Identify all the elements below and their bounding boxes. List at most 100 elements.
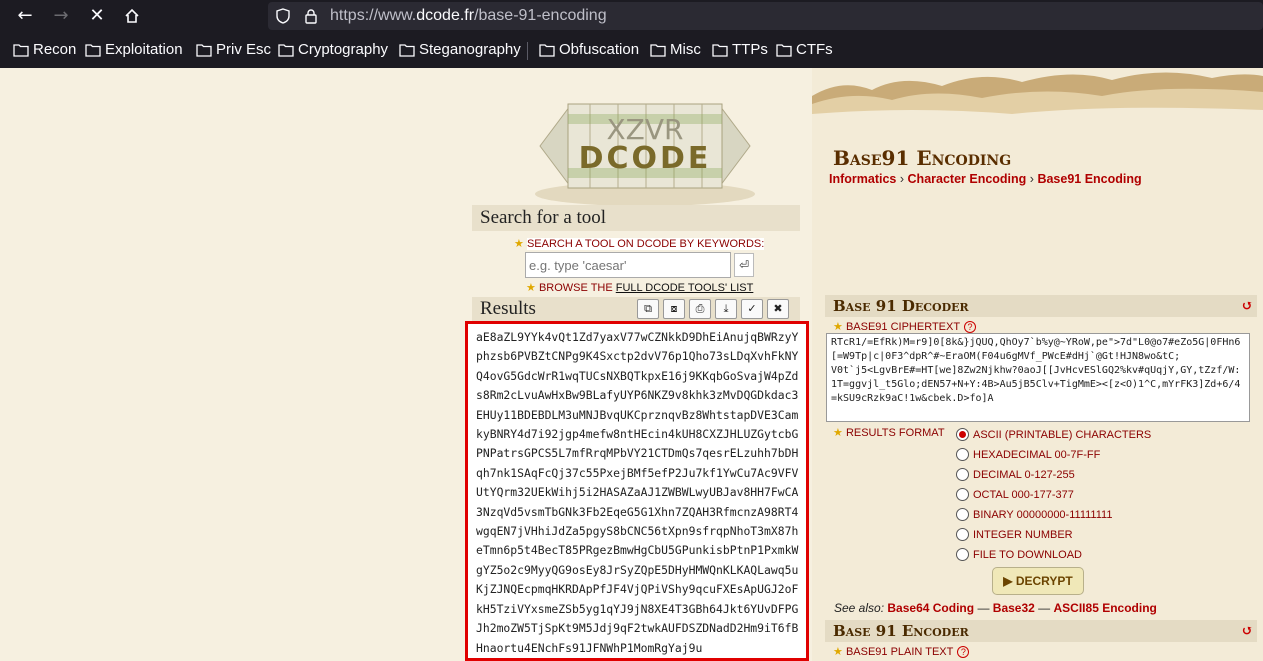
bookmark-ttps[interactable]: TTPs	[712, 41, 768, 58]
see-also-ascii85-link[interactable]: ASCII85 Encoding	[1054, 601, 1157, 615]
shield-icon[interactable]	[276, 8, 290, 24]
refresh-icon[interactable]: ↺	[1241, 620, 1253, 642]
stop-icon[interactable]: ✕	[84, 4, 110, 28]
bookmark-priv-esc[interactable]: Priv Esc	[196, 41, 271, 58]
star-icon: ★	[833, 321, 843, 333]
radio-button[interactable]	[956, 508, 969, 521]
url-domain: dcode.fr	[416, 7, 475, 24]
folder-icon	[712, 43, 728, 57]
bookmark-label: CTFs	[796, 41, 833, 58]
format-option-ascii[interactable]: ASCII (PRINTABLE) CHARACTERS	[956, 428, 1151, 441]
format-option-decimal[interactable]: DECIMAL 0-127-255	[956, 468, 1075, 481]
bookmark-label: Obfuscation	[559, 41, 640, 58]
search-input[interactable]	[525, 252, 731, 278]
bookmark-misc[interactable]: Misc	[650, 41, 701, 58]
bookmark-label: Steganography	[419, 41, 521, 58]
radio-button[interactable]	[956, 428, 969, 441]
bookmark-ctfs[interactable]: CTFs	[776, 41, 833, 58]
plaintext-label: ★ BASE91 PLAIN TEXT?	[833, 645, 970, 658]
home-icon[interactable]	[119, 4, 145, 28]
decrypt-button[interactable]: ▶ DECRYPT	[992, 567, 1084, 595]
radio-button[interactable]	[956, 488, 969, 501]
bookmark-label: Recon	[33, 41, 77, 58]
download-icon[interactable]: ⤓	[715, 299, 737, 319]
folder-icon	[196, 43, 212, 57]
breadcrumb-character-encoding[interactable]: Character Encoding	[908, 172, 1027, 186]
option-label: BINARY 00000000-11111111	[973, 508, 1113, 521]
results-toolbar: ⧉ ⧇ ⎙ ⤓ ✓ ✖	[637, 299, 793, 319]
folder-icon	[278, 43, 294, 57]
browse-tools: ★ BROWSE THE FULL DCODE TOOLS' LIST	[526, 281, 753, 294]
radio-button[interactable]	[956, 448, 969, 461]
decoder-title: Base 91 Decoder	[833, 297, 969, 315]
address-bar[interactable]: https://www.dcode.fr/base-91-encoding	[268, 2, 1263, 30]
radio-button[interactable]	[956, 468, 969, 481]
format-option-octal[interactable]: OCTAL 000-177-377	[956, 488, 1074, 501]
radio-button[interactable]	[956, 548, 969, 561]
browser-toolbar: ← → ✕ https://www.dcode.fr/base-91-encod…	[0, 0, 1263, 68]
see-also-separator: —	[1038, 601, 1051, 615]
format-option-binary[interactable]: BINARY 00000000-11111111	[956, 508, 1112, 521]
bookmark-label: Exploitation	[105, 41, 183, 58]
option-label: OCTAL 000-177-377	[973, 488, 1074, 501]
bookmark-separator	[527, 42, 528, 60]
radio-button[interactable]	[956, 528, 969, 541]
see-also-base64-link[interactable]: Base64 Coding	[887, 601, 974, 615]
help-icon[interactable]: ?	[964, 321, 977, 333]
search-section-title: Search for a tool	[472, 205, 800, 231]
ciphertext-input[interactable]: RTcR1/=EfRk)M=r9]0[8k&}jQUQ,QhOy7`b%y@~Y…	[826, 333, 1250, 422]
forward-icon[interactable]: →	[48, 4, 74, 28]
bookmark-exploitation[interactable]: Exploitation	[85, 41, 183, 58]
pin-icon[interactable]: ✓	[741, 299, 763, 319]
breadcrumb-informatics[interactable]: Informatics	[829, 172, 896, 186]
browse-prefix: BROWSE THE	[538, 282, 616, 294]
breadcrumb: Informatics › Character Encoding › Base9…	[829, 172, 1142, 186]
bookmark-label: Cryptography	[298, 41, 389, 58]
keywords-label-text: SEARCH A TOOL ON DCODE BY KEYWORDS:	[526, 238, 765, 250]
breadcrumb-base91-encoding[interactable]: Base91 Encoding	[1037, 172, 1141, 186]
star-icon: ★	[833, 646, 843, 658]
option-label: ASCII (PRINTABLE) CHARACTERS	[973, 428, 1152, 441]
refresh-icon[interactable]: ↺	[1241, 295, 1253, 317]
url-text[interactable]: https://www.dcode.fr/base-91-encoding	[330, 7, 607, 25]
folder-icon	[650, 43, 666, 57]
encoder-panel-header: Base 91 Encoder ↺	[825, 620, 1257, 642]
copy-icon[interactable]: ⧉	[637, 299, 659, 319]
folder-icon	[85, 43, 101, 57]
search-submit-icon[interactable]: ⏎	[734, 253, 754, 277]
results-output[interactable]: aE8aZL9YYk4vQt1Zd7yaxV77wCZNkkD9DhEiAnuj…	[465, 321, 809, 661]
decoder-panel-header: Base 91 Decoder ↺	[825, 295, 1257, 317]
right-column: Base91 Encoding Informatics › Character …	[812, 68, 1263, 661]
dcode-logo[interactable]: XZVR DCODE	[510, 76, 780, 208]
close-icon[interactable]: ✖	[767, 299, 789, 319]
back-icon[interactable]: ←	[12, 4, 38, 28]
print-icon[interactable]: ⎙	[689, 299, 711, 319]
url-prefix: https://www.	[330, 7, 417, 24]
option-label: HEXADECIMAL 00-7F-FF	[973, 448, 1101, 461]
help-icon[interactable]: ?	[957, 646, 970, 658]
left-column: XZVR DCODE Search for a tool ★ SEARCH A …	[465, 68, 812, 661]
page-title: Base91 Encoding	[833, 146, 1012, 170]
bookmarks-bar: Recon Exploitation Priv Esc Cryptography…	[0, 38, 1263, 64]
screenshot-icon[interactable]: ⧇	[663, 299, 685, 319]
format-option-file[interactable]: FILE TO DOWNLOAD	[956, 548, 1082, 561]
bookmark-recon[interactable]: Recon	[13, 41, 76, 58]
option-label: INTEGER NUMBER	[973, 528, 1073, 541]
results-format-label: ★ RESULTS FORMAT	[833, 426, 945, 439]
folder-icon	[399, 43, 415, 57]
see-also-base32-link[interactable]: Base32	[993, 601, 1035, 615]
format-option-hex[interactable]: HEXADECIMAL 00-7F-FF	[956, 448, 1100, 461]
lock-icon[interactable]	[304, 8, 318, 24]
results-format-label-text: RESULTS FORMAT	[845, 427, 945, 439]
encoder-title: Base 91 Encoder	[833, 622, 969, 640]
page-margin	[0, 68, 470, 661]
format-option-integer[interactable]: INTEGER NUMBER	[956, 528, 1073, 541]
bookmark-steganography[interactable]: Steganography	[399, 41, 521, 58]
bookmark-label: TTPs	[732, 41, 768, 58]
folder-icon	[13, 43, 29, 57]
bookmark-cryptography[interactable]: Cryptography	[278, 41, 388, 58]
star-icon: ★	[833, 427, 843, 439]
bookmark-label: Misc	[670, 41, 701, 58]
full-tools-list-link[interactable]: FULL DCODE TOOLS' LIST	[616, 282, 754, 294]
bookmark-obfuscation[interactable]: Obfuscation	[539, 41, 639, 58]
